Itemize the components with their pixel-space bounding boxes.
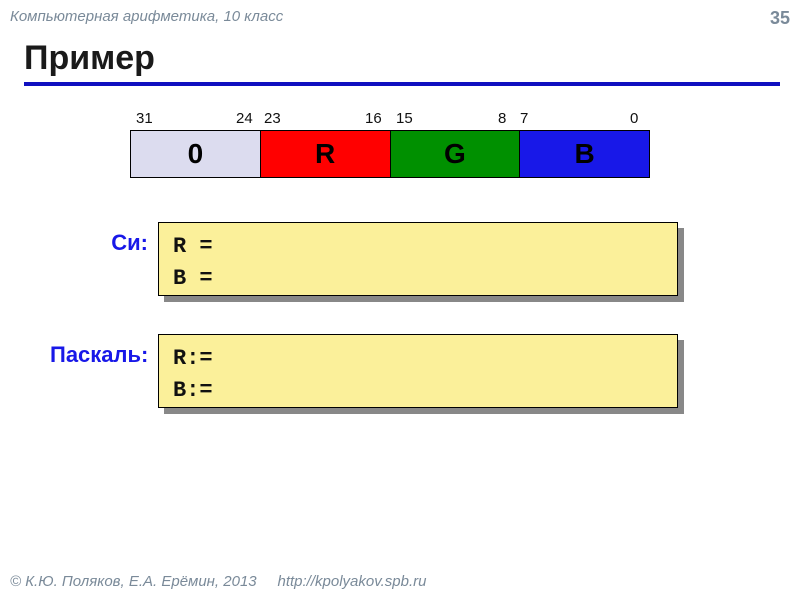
code-block-c-wrap: R = B =	[158, 222, 678, 296]
bit-label-31: 31	[136, 110, 153, 127]
bit-label-16: 16	[365, 110, 382, 127]
bit-label-24: 24	[236, 110, 253, 127]
code-block-pascal: R:= B:=	[158, 334, 678, 408]
bit-label-7: 7	[520, 110, 528, 127]
code-c-line1: R =	[173, 231, 663, 263]
code-pascal-line1: R:=	[173, 343, 663, 375]
slide-header: Компьютерная арифметика, 10 класс 35	[0, 0, 800, 33]
bit-diagram: 31 24 23 16 15 8 7 0 0 R G B	[130, 110, 650, 178]
page-number: 35	[770, 8, 790, 29]
footer-copyright: © К.Ю. Поляков, Е.А. Ерёмин, 2013	[10, 573, 257, 590]
code-pascal-line2: B:=	[173, 375, 663, 407]
code-row-c: Си: R = B =	[50, 222, 800, 296]
bit-label-8: 8	[498, 110, 506, 127]
page-title: Пример	[0, 33, 800, 82]
code-c-line2: B =	[173, 263, 663, 295]
code-block-pascal-wrap: R:= B:=	[158, 334, 678, 408]
box-g: G	[391, 131, 521, 177]
footer-url: http://kpolyakov.spb.ru	[277, 573, 426, 590]
bit-label-0: 0	[630, 110, 638, 127]
code-zone: Си: R = B = Паскаль: R:= B:=	[50, 222, 800, 408]
box-zero: 0	[131, 131, 261, 177]
subject-label: Компьютерная арифметика, 10 класс	[10, 8, 283, 29]
code-label-c: Си:	[50, 222, 158, 256]
code-label-pascal: Паскаль:	[50, 334, 158, 368]
code-row-pascal: Паскаль: R:= B:=	[50, 334, 800, 408]
box-r: R	[261, 131, 391, 177]
slide-footer: © К.Ю. Поляков, Е.А. Ерёмин, 2013 http:/…	[0, 565, 800, 600]
bit-label-23: 23	[264, 110, 281, 127]
bit-labels-row: 31 24 23 16 15 8 7 0	[130, 110, 650, 130]
title-underline	[24, 82, 780, 86]
code-block-c: R = B =	[158, 222, 678, 296]
bit-boxes: 0 R G B	[130, 130, 650, 178]
box-b: B	[520, 131, 649, 177]
bit-label-15: 15	[396, 110, 413, 127]
